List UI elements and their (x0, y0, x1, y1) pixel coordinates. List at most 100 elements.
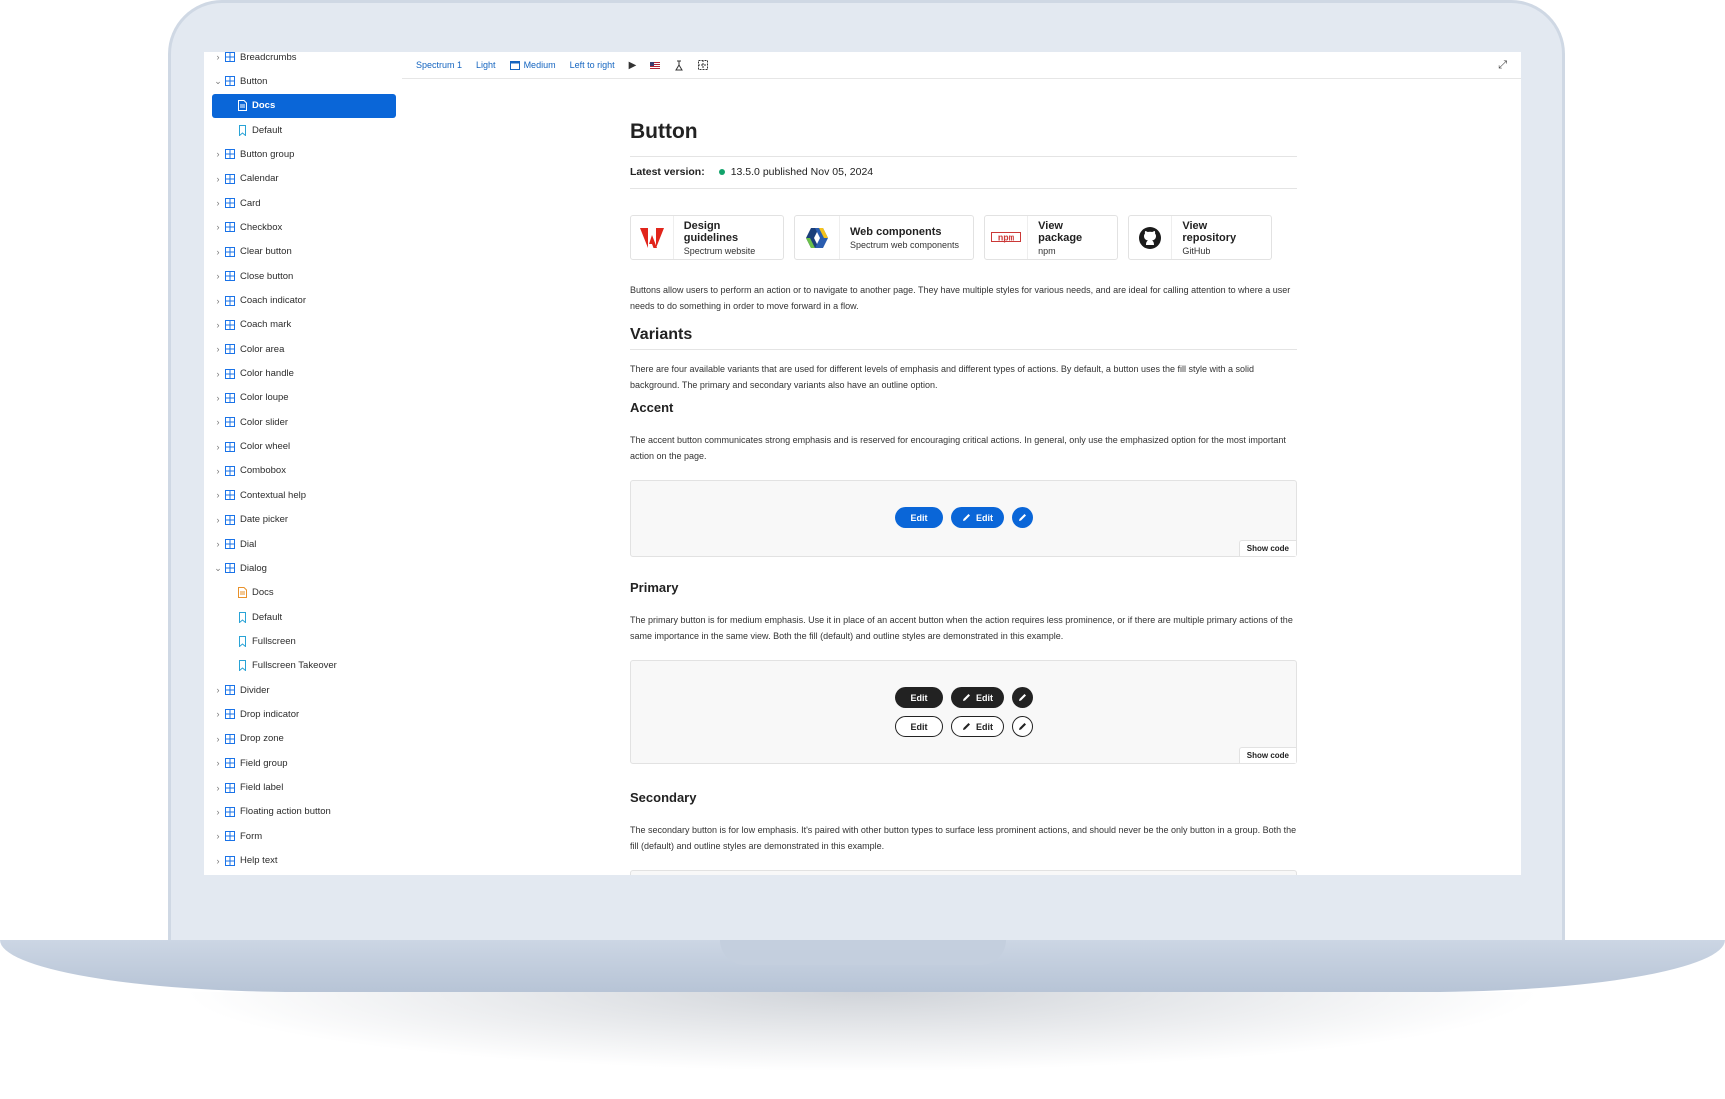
chevron-down-icon: ⌄ (214, 75, 222, 86)
divider (630, 156, 1297, 157)
sidebar-item-date-picker[interactable]: › Date picker (212, 508, 396, 532)
sidebar-item-dialog[interactable]: ⌄ Dialog (212, 556, 396, 580)
version-line: Latest version: 13.5.0 published Nov 05,… (630, 166, 873, 178)
direction-selector[interactable]: Left to right (570, 60, 615, 70)
sidebar-item-dial[interactable]: › Dial (212, 532, 396, 556)
accent-heading: Accent (630, 400, 674, 415)
primary-edit-button[interactable]: Edit (895, 687, 943, 708)
chevron-right-icon: › (216, 806, 220, 817)
web-components-link[interactable]: Web components Spectrum web components (794, 215, 974, 260)
primary-outline-edit-button[interactable]: Edit (895, 716, 943, 737)
component-icon (224, 489, 236, 501)
primary-icon-only-button[interactable] (1012, 687, 1033, 708)
play-icon[interactable]: ▶ (629, 60, 637, 71)
sidebar-item-combobox[interactable]: › Combobox (212, 459, 396, 483)
scale-selector[interactable]: Medium (509, 60, 556, 70)
sidebar-item-label: Color wheel (240, 441, 291, 453)
sidebar-item-coach-mark[interactable]: › Coach mark (212, 313, 396, 337)
show-code-button[interactable]: Show code (1238, 747, 1296, 763)
chevron-right-icon: › (216, 831, 220, 842)
component-icon (224, 392, 236, 404)
variants-paragraph: There are four available variants that a… (630, 364, 1255, 390)
card-subtitle: Spectrum web components (850, 239, 960, 250)
sidebar-item-label: Combobox (240, 465, 286, 477)
sidebar-item-color-slider[interactable]: › Color slider (212, 410, 396, 434)
sidebar-item-fullscreen[interactable]: Fullscreen (212, 629, 396, 653)
sidebar-item-label: Field group (240, 757, 288, 769)
sidebar-item-label: Date picker (240, 514, 289, 526)
sidebar-item-label: Form (240, 830, 263, 842)
sidebar-item-field-label[interactable]: › Field label (212, 776, 396, 800)
sidebar-item-label: Coach indicator (240, 295, 307, 306)
sidebar-item-button[interactable]: ⌄ Button (212, 69, 396, 93)
card-title: View repository (1182, 219, 1237, 244)
sidebar-item-drop-zone[interactable]: › Drop zone (212, 727, 396, 751)
sidebar-item-color-loupe[interactable]: › Color loupe (212, 386, 396, 410)
component-icon (224, 246, 236, 258)
measure-icon[interactable] (674, 60, 684, 71)
chevron-right-icon: › (216, 198, 220, 209)
chevron-right-icon: › (216, 733, 220, 744)
sidebar-item-contextual-help[interactable]: › Contextual help (212, 483, 396, 507)
sidebar-item-label: Docs (252, 587, 274, 599)
button-label: Edit (976, 692, 993, 703)
view-package-link[interactable]: npm View package npm (984, 215, 1118, 260)
sidebar-item-checkbox[interactable]: › Checkbox (212, 215, 396, 239)
sidebar-item-calendar[interactable]: › Calendar (212, 167, 396, 191)
secondary-heading: Secondary (630, 790, 697, 805)
sidebar-item-drop-indicator[interactable]: › Drop indicator (212, 702, 396, 726)
component-icon (224, 830, 236, 842)
primary-outline-edit-icon-button[interactable]: Edit (951, 716, 1004, 737)
color-selector[interactable]: Light (476, 60, 496, 70)
theme-selector[interactable]: Spectrum 1 (416, 60, 462, 70)
button-label: Edit (910, 512, 928, 523)
view-repository-link[interactable]: View repository GitHub (1128, 215, 1272, 260)
sidebar-item-button-group[interactable]: › Button group (212, 142, 396, 166)
sidebar-item-field-group[interactable]: › Field group (212, 751, 396, 775)
sidebar-item-coach-indicator[interactable]: › Coach indicator (212, 289, 396, 313)
pencil-icon (963, 694, 970, 701)
accent-edit-button[interactable]: Edit (895, 507, 943, 528)
sidebar-item-label: Default (252, 611, 283, 623)
sidebar-item-divider[interactable]: › Divider (212, 678, 396, 702)
sidebar: › Breadcrumbs ⌄ Button Docs Default › Button gr… (204, 52, 403, 875)
show-code-button[interactable]: Show code (1238, 540, 1296, 556)
laptop-screen: › Breadcrumbs ⌄ Button Docs Default › Button gr… (204, 52, 1521, 875)
sidebar-item-default[interactable]: Default (212, 605, 396, 629)
chevron-right-icon: › (216, 173, 220, 184)
sidebar-item-label: Floating action button (240, 806, 331, 818)
fullscreen-icon[interactable]: ⤢ (1498, 59, 1507, 72)
bookmark-icon (236, 611, 248, 623)
laptop-base-notch (720, 940, 1006, 965)
primary-outline-icon-only-button[interactable] (1012, 716, 1033, 737)
sidebar-item-color-wheel[interactable]: › Color wheel (212, 435, 396, 459)
accent-icon-only-button[interactable] (1012, 507, 1033, 528)
design-guidelines-link[interactable]: Design guidelines Spectrum website (630, 215, 784, 260)
sidebar-item-clear-button[interactable]: › Clear button (212, 240, 396, 264)
sidebar-item-label: Checkbox (240, 221, 283, 233)
sidebar-item-floating-action-button[interactable]: › Floating action button (212, 800, 396, 824)
sidebar-item-fullscreen-takeover[interactable]: Fullscreen Takeover (212, 654, 396, 678)
sidebar-item-label: Color handle (240, 368, 294, 380)
locale-flag-icon[interactable] (650, 61, 661, 69)
sidebar-item-breadcrumbs[interactable]: › Breadcrumbs (212, 52, 396, 69)
chevron-right-icon: › (216, 782, 220, 793)
component-icon (224, 270, 236, 282)
calendar-icon (509, 61, 520, 70)
document-icon (236, 100, 248, 112)
sidebar-item-help-text[interactable]: › Help text (212, 849, 396, 873)
sidebar-item-default[interactable]: Default (212, 118, 396, 142)
sidebar-item-color-handle[interactable]: › Color handle (212, 362, 396, 386)
accent-edit-icon-button[interactable]: Edit (951, 507, 1004, 528)
sidebar-item-label: Drop zone (240, 733, 284, 745)
sidebar-item-form[interactable]: › Form (212, 824, 396, 848)
sidebar-item-close-button[interactable]: › Close button (212, 264, 396, 288)
intro-paragraph: Buttons allow users to perform an action… (630, 285, 1291, 311)
sidebar-item-color-area[interactable]: › Color area (212, 337, 396, 361)
sidebar-item-docs[interactable]: Docs (212, 93, 396, 118)
primary-edit-icon-button[interactable]: Edit (951, 687, 1004, 708)
sidebar-item-card[interactable]: › Card (212, 191, 396, 215)
outline-grid-icon[interactable] (698, 60, 709, 70)
sidebar-item-label: Coach mark (240, 319, 292, 331)
sidebar-item-docs[interactable]: Docs (212, 581, 396, 605)
